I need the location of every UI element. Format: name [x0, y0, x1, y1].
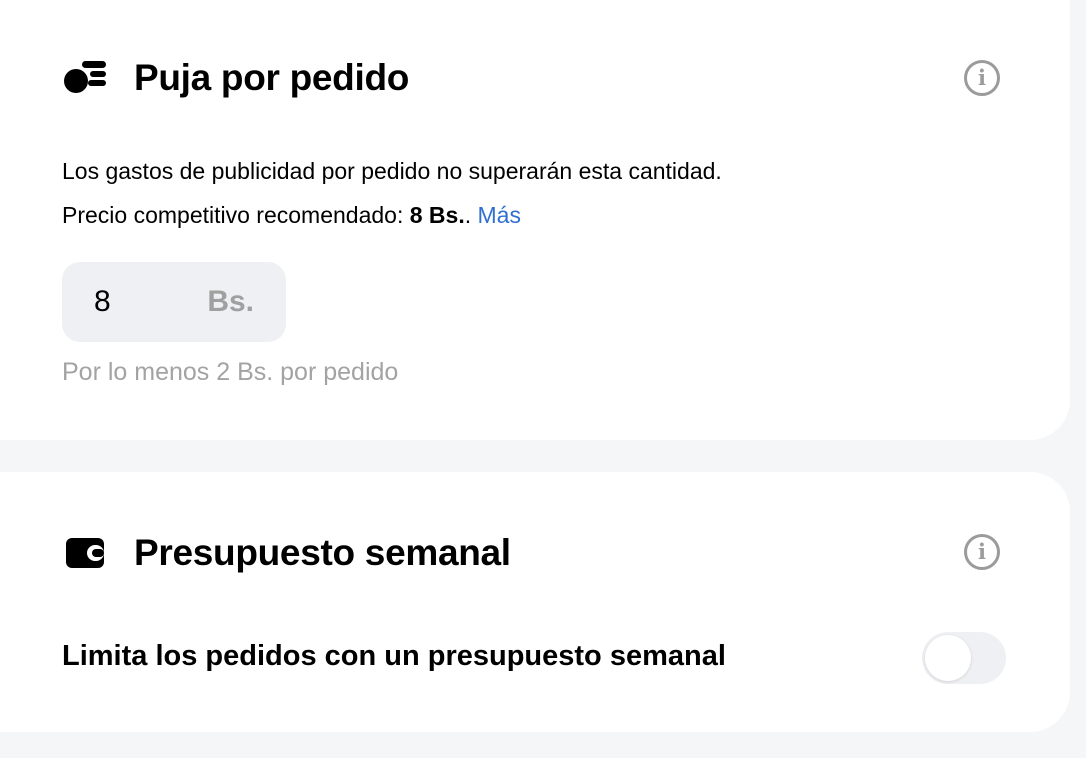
- recommended-suffix: .: [464, 202, 478, 228]
- more-link[interactable]: Más: [478, 202, 521, 228]
- budget-card: Presupuesto semanal i Limita los pedidos…: [0, 472, 1070, 732]
- bid-info-icon[interactable]: i: [964, 60, 1000, 96]
- bid-amount-unit: Bs.: [207, 285, 254, 318]
- bid-minimum-hint: Por lo menos 2 Bs. por pedido: [62, 358, 399, 386]
- bid-title: Puja por pedido: [134, 57, 410, 98]
- recommended-value: 8 Bs.: [409, 202, 465, 228]
- recommended-prefix: Precio competitivo recomendado:: [62, 202, 410, 228]
- bid-description: Los gastos de publicidad por pedido no s…: [62, 158, 722, 184]
- budget-header: Presupuesto semanal: [62, 532, 511, 574]
- bid-amount-input[interactable]: 8 Bs.: [62, 262, 286, 342]
- weekly-budget-toggle-label: Limita los pedidos con un presupuesto se…: [62, 640, 726, 672]
- budget-title: Presupuesto semanal: [134, 532, 511, 573]
- budget-info-icon[interactable]: i: [964, 534, 1000, 570]
- coins-icon: [62, 58, 108, 98]
- bid-card: Puja por pedido i Los gastos de publicid…: [0, 0, 1070, 440]
- weekly-budget-toggle[interactable]: [922, 632, 1006, 684]
- recommended-price-line: Precio competitivo recomendado: 8 Bs.. M…: [62, 202, 521, 229]
- wallet-icon: [62, 533, 108, 573]
- toggle-knob: [925, 635, 971, 681]
- bid-amount-value[interactable]: 8: [94, 285, 207, 319]
- bid-header: Puja por pedido: [62, 57, 409, 99]
